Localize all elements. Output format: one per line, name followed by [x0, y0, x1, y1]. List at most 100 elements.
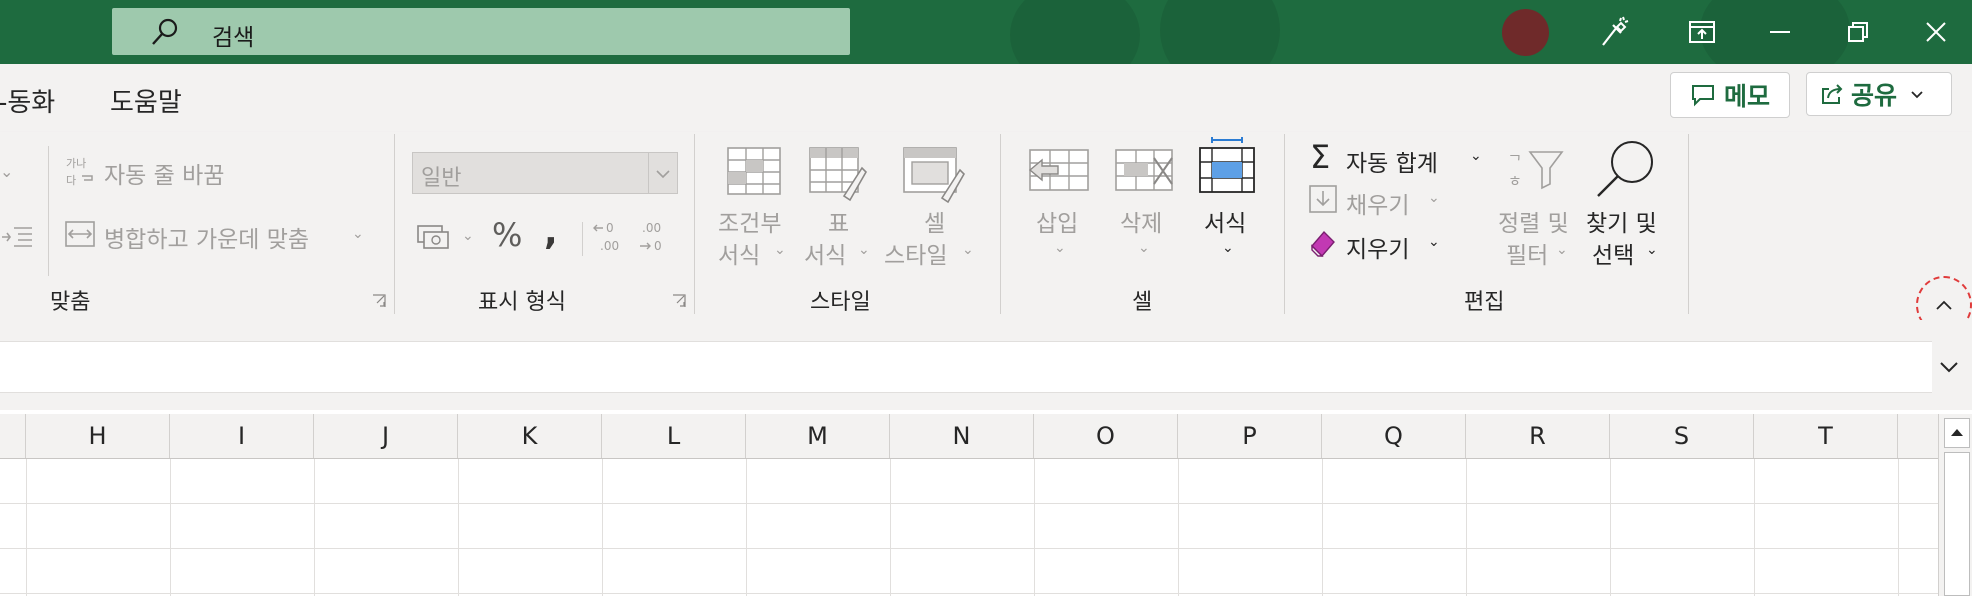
- search-box[interactable]: 검색: [112, 8, 850, 55]
- magnifier-icon: [1597, 141, 1653, 197]
- column-header-partial[interactable]: [0, 414, 26, 458]
- background-decoration: [1010, 0, 1140, 64]
- column-header[interactable]: N: [890, 414, 1034, 458]
- number-format-dropdown-button[interactable]: [648, 153, 677, 193]
- wrap-text-label: 자동 줄 바꿈: [104, 163, 225, 189]
- number-format-dropdown[interactable]: 일반: [412, 152, 678, 194]
- group-label-editing: 편집: [1464, 290, 1505, 315]
- expand-formula-bar-icon[interactable]: [1934, 352, 1964, 382]
- column-header[interactable]: T: [1754, 414, 1898, 458]
- column-header[interactable]: H: [26, 414, 170, 458]
- share-button[interactable]: 공유: [1806, 72, 1952, 116]
- cell-styles-label-2: 스타일: [884, 243, 948, 269]
- separator: [1284, 134, 1285, 314]
- format-as-table-icon: [809, 147, 867, 202]
- gridline: [1322, 459, 1323, 596]
- format-as-table-label-2: 서식: [804, 243, 847, 269]
- gridline: [0, 503, 1938, 504]
- comma-style-button[interactable]: ,: [544, 212, 558, 253]
- restore-icon: [1848, 22, 1868, 42]
- wrap-text-icon: 가나 다: [66, 157, 93, 187]
- coauthoring-button[interactable]: [1592, 10, 1636, 54]
- background-decoration: [1160, 0, 1280, 64]
- minimize-button[interactable]: [1758, 10, 1802, 54]
- group-label-styles: 스타일: [810, 290, 871, 315]
- formula-input[interactable]: [0, 341, 1932, 393]
- cell-grid[interactable]: [0, 459, 1938, 596]
- chevron-up-icon: [1936, 300, 1952, 310]
- chevron-down-icon[interactable]: [1909, 86, 1925, 102]
- column-header[interactable]: L: [602, 414, 746, 458]
- column-header[interactable]: I: [170, 414, 314, 458]
- separator: [1000, 134, 1001, 314]
- ribbon-display-options-button[interactable]: [1680, 10, 1724, 54]
- separator: [1688, 134, 1689, 314]
- title-bar: 검색: [0, 0, 1972, 64]
- svg-text:다: 다: [66, 174, 76, 187]
- separator: [582, 222, 583, 256]
- gridline: [458, 459, 459, 596]
- sort-filter-label-2: 필터: [1506, 243, 1549, 269]
- format-as-table-label-1: 표: [828, 211, 850, 237]
- gridline: [602, 459, 603, 596]
- column-header[interactable]: O: [1034, 414, 1178, 458]
- dialog-launcher-icon[interactable]: [672, 294, 686, 308]
- vertical-scrollbar[interactable]: [1938, 414, 1972, 596]
- group-label-alignment: 맞춤: [50, 290, 91, 315]
- chevron-down-icon[interactable]: ⌄: [1470, 148, 1482, 164]
- chevron-down-icon[interactable]: ⌄: [0, 162, 13, 181]
- ribbon-tab-row: -동화 도움말 메모 공유: [0, 64, 1972, 132]
- minimize-icon: [1770, 31, 1790, 33]
- comments-button[interactable]: 메모: [1670, 72, 1790, 118]
- scroll-up-button[interactable]: [1944, 418, 1970, 448]
- chevron-down-icon: ⌄: [352, 226, 364, 242]
- group-label-cells: 셀: [1132, 290, 1153, 315]
- column-header[interactable]: R: [1466, 414, 1610, 458]
- gridline: [1754, 459, 1755, 596]
- dialog-launcher-icon[interactable]: [372, 294, 386, 308]
- fill-down-icon: [1309, 185, 1337, 213]
- tab-automate[interactable]: -동화: [0, 82, 55, 119]
- column-header[interactable]: Q: [1322, 414, 1466, 458]
- autosum-label: 자동 합계: [1346, 151, 1438, 177]
- indent-icon[interactable]: [0, 222, 34, 252]
- column-header[interactable]: J: [314, 414, 458, 458]
- gridline: [0, 593, 1938, 594]
- tab-help[interactable]: 도움말: [110, 82, 182, 119]
- close-button[interactable]: [1914, 10, 1958, 54]
- sigma-icon: Σ: [1310, 138, 1331, 176]
- column-header[interactable]: K: [458, 414, 602, 458]
- column-header-row: H I J K L M N O P Q R S T: [0, 414, 1938, 459]
- scroll-track[interactable]: [1944, 452, 1970, 596]
- chevron-down-icon: ⌄: [1138, 240, 1150, 256]
- comments-label: 메모: [1723, 82, 1770, 111]
- separator: [394, 134, 395, 314]
- column-header[interactable]: P: [1178, 414, 1322, 458]
- gridline: [1610, 459, 1611, 596]
- close-icon: [1926, 22, 1946, 42]
- chevron-down-icon: ⌄: [1222, 240, 1234, 256]
- avatar[interactable]: [1502, 9, 1549, 56]
- search-icon: [152, 18, 178, 45]
- decrease-decimal-icon[interactable]: .00 0: [638, 218, 672, 254]
- column-header[interactable]: S: [1610, 414, 1754, 458]
- gridline: [746, 459, 747, 596]
- conditional-formatting-icon: [727, 147, 781, 195]
- format-cells-label: 서식: [1204, 211, 1247, 237]
- fill-label: 채우기: [1346, 193, 1410, 219]
- group-label-number: 표시 형식: [478, 290, 566, 315]
- gridline: [1466, 459, 1467, 596]
- find-select-label-2: 선택: [1592, 243, 1635, 269]
- insert-cells-label: 삽입: [1036, 211, 1079, 237]
- chevron-down-icon: ⌄: [962, 242, 974, 258]
- ribbon-display-icon: [1689, 21, 1715, 43]
- triangle-up-icon: [1951, 429, 1963, 436]
- increase-decimal-icon[interactable]: 0 .00: [592, 218, 626, 254]
- percent-style-button[interactable]: %: [492, 216, 522, 254]
- column-header[interactable]: M: [746, 414, 890, 458]
- magic-wand-icon: [1602, 16, 1629, 46]
- eraser-icon: [1311, 230, 1335, 258]
- restore-button[interactable]: [1836, 10, 1880, 54]
- number-format-value: 일반: [421, 166, 462, 191]
- comment-icon: [1691, 85, 1714, 107]
